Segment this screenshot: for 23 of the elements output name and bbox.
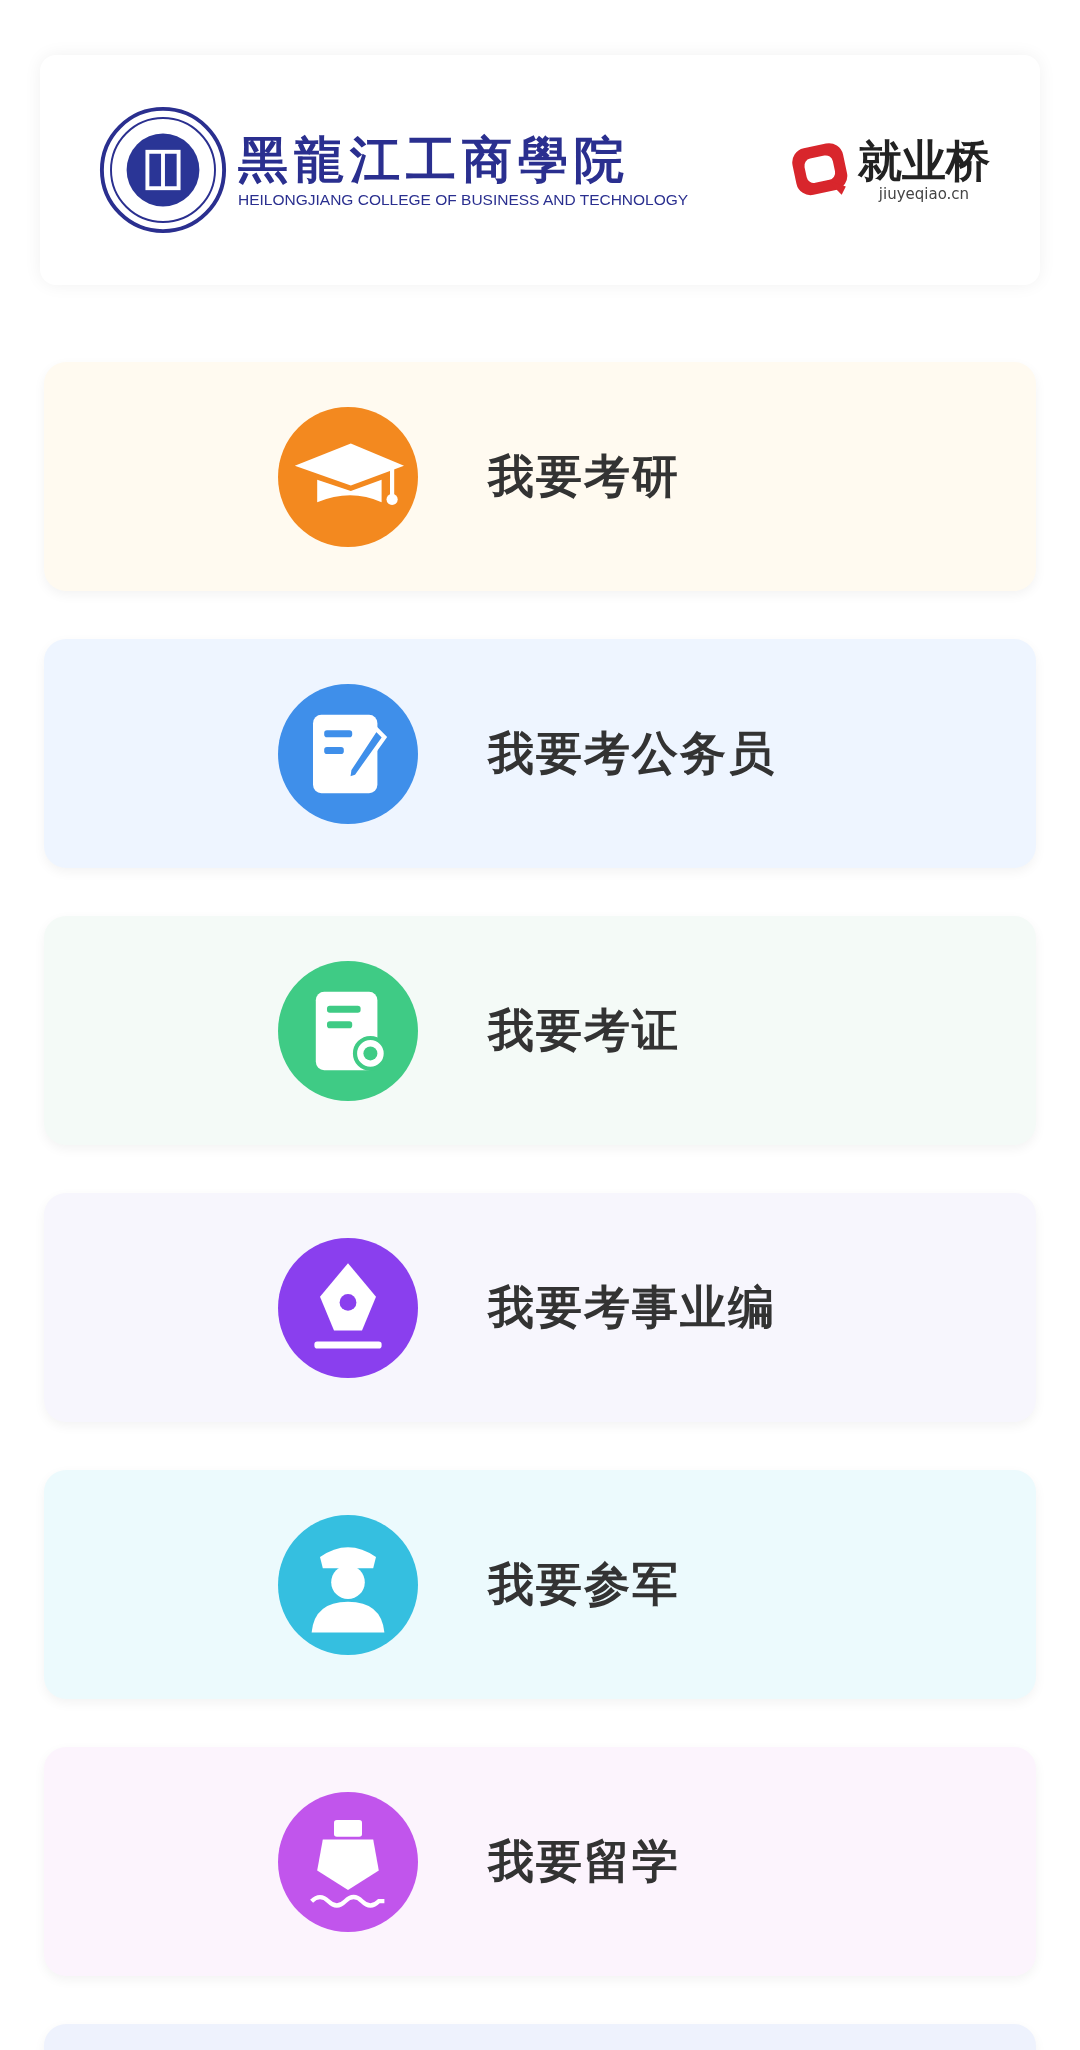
soldier-icon bbox=[278, 1514, 418, 1655]
menu-label: 我要考公务员 bbox=[488, 724, 776, 782]
certificate-icon bbox=[278, 960, 418, 1101]
graduation-cap-icon bbox=[278, 406, 418, 547]
college-name: 黑龍江工商學院 bbox=[238, 131, 630, 187]
college-seal-icon bbox=[98, 105, 228, 235]
menu-card[interactable]: 我要考证 bbox=[44, 916, 1036, 1145]
menu-card[interactable]: 我要留学 bbox=[44, 1747, 1036, 1976]
menu-label: 我要参军 bbox=[488, 1555, 680, 1613]
fountain-pen-icon bbox=[278, 1237, 418, 1378]
menu-label: 我要留学 bbox=[488, 1832, 680, 1890]
menu-label: 我要考研 bbox=[488, 447, 680, 505]
menu-card[interactable]: 我要参军 bbox=[44, 1470, 1036, 1699]
partner-site: jiuyeqiao.cn bbox=[878, 185, 970, 204]
menu-label: 我要考证 bbox=[488, 1001, 680, 1059]
menu-card[interactable]: 我要考公务员 bbox=[44, 639, 1036, 868]
menu-card[interactable]: 我要考研 bbox=[44, 362, 1036, 591]
form-pen-icon bbox=[278, 683, 418, 824]
ship-icon bbox=[278, 1791, 418, 1932]
menu-card[interactable]: 我要考事业编 bbox=[44, 1193, 1036, 1422]
menu-label: 我要考事业编 bbox=[488, 1278, 776, 1336]
college-name-english: HEILONGJIANG COLLEGE OF BUSINESS AND TECHNOLOGY bbox=[238, 190, 689, 209]
partner-name: 就业桥 bbox=[858, 136, 990, 186]
